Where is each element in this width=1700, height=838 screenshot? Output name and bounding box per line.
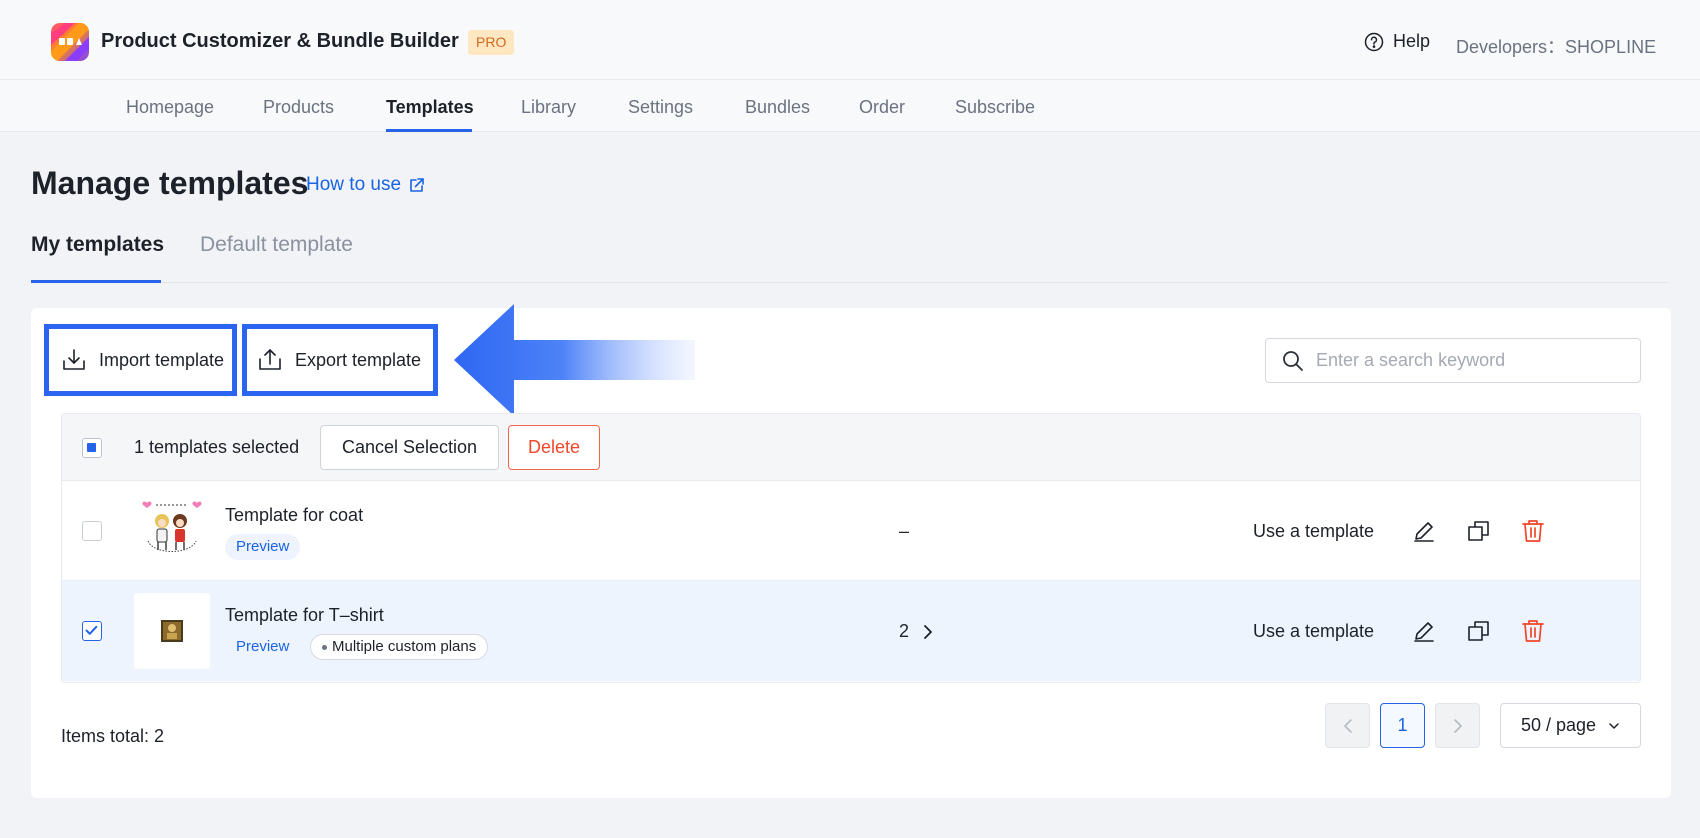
items-total: Items total: 2 xyxy=(61,726,165,746)
cancel-selection-button[interactable]: Cancel Selection xyxy=(320,425,499,470)
trash-icon[interactable] xyxy=(1520,518,1546,544)
chevron-right-icon xyxy=(1453,718,1463,734)
custom-plans-label: Multiple custom plans xyxy=(332,638,477,655)
search-box[interactable] xyxy=(1265,338,1641,383)
plan-count-value: 2 xyxy=(899,621,910,641)
copy-icon[interactable] xyxy=(1466,618,1492,644)
search-icon xyxy=(1282,350,1304,372)
external-link-icon xyxy=(408,177,425,194)
help-link[interactable]: Help xyxy=(1364,31,1430,52)
export-template-label: Export template xyxy=(295,349,422,370)
bulk-delete-button[interactable]: Delete xyxy=(508,425,600,470)
tab-active-indicator xyxy=(31,280,161,283)
prev-page-button[interactable] xyxy=(1325,703,1370,748)
template-thumbnail xyxy=(134,593,210,669)
plan-count[interactable]: 2 xyxy=(899,621,933,642)
pencil-icon[interactable] xyxy=(1411,518,1437,544)
selection-count: 1 templates selected xyxy=(134,437,300,457)
left-arrow-icon xyxy=(450,300,695,420)
developer-label: Developers：SHOPLINE xyxy=(1456,37,1657,57)
import-template-button[interactable]: Import template xyxy=(44,324,237,396)
nav-active-indicator xyxy=(386,129,472,132)
how-to-use-link[interactable]: How to use xyxy=(306,174,425,196)
nav-item-templates[interactable]: Templates xyxy=(386,97,474,118)
template-name: Template for T–shirt xyxy=(225,605,384,625)
tab-my-templates[interactable]: My templates xyxy=(31,233,164,257)
trash-icon[interactable] xyxy=(1520,618,1546,644)
app-title: Product Customizer & Bundle Builder xyxy=(101,30,459,52)
import-template-label: Import template xyxy=(99,349,225,370)
tabs-divider xyxy=(31,282,1669,283)
nav-item-products[interactable]: Products xyxy=(263,97,334,118)
next-page-button[interactable] xyxy=(1435,703,1480,748)
app-logo xyxy=(51,23,89,61)
question-circle-icon xyxy=(1364,32,1384,52)
nav-item-order[interactable]: Order xyxy=(859,97,905,118)
download-tray-icon xyxy=(61,347,87,373)
chevron-left-icon xyxy=(1343,718,1353,734)
nav-item-library[interactable]: Library xyxy=(521,97,576,118)
use-template-button[interactable]: Use a template xyxy=(1253,521,1374,542)
export-template-button[interactable]: Export template xyxy=(242,324,438,396)
selection-bar: 1 templates selected Cancel Selection De… xyxy=(62,414,1640,481)
page-size-value: 50 / page xyxy=(1520,715,1597,735)
main-nav: Homepage Products Templates Library Sett… xyxy=(0,80,1700,132)
chevron-down-icon xyxy=(1608,722,1620,730)
preview-link[interactable]: Preview xyxy=(225,634,300,660)
pro-badge: PRO xyxy=(468,30,515,55)
row-checkbox[interactable] xyxy=(82,621,102,641)
copy-icon[interactable] xyxy=(1466,518,1492,544)
custom-plans-tag: Multiple custom plans xyxy=(310,634,489,660)
preview-link[interactable]: Preview xyxy=(225,534,301,560)
tag-dot xyxy=(322,644,327,650)
template-name: Template for coat xyxy=(225,505,364,525)
row-checkbox[interactable] xyxy=(82,521,102,541)
page-title: Manage templates xyxy=(31,165,309,201)
select-all-checkbox[interactable] xyxy=(82,438,102,458)
tab-default-template[interactable]: Default template xyxy=(200,233,353,257)
help-label: Help xyxy=(1393,31,1431,51)
nav-item-settings[interactable]: Settings xyxy=(628,97,693,118)
plan-count-value: – xyxy=(899,521,910,541)
pencil-icon[interactable] xyxy=(1411,618,1437,644)
template-thumbnail xyxy=(134,493,210,569)
nav-item-subscribe[interactable]: Subscribe xyxy=(955,97,1035,118)
how-to-use-label: How to use xyxy=(306,174,402,195)
upload-tray-icon xyxy=(257,347,283,373)
nav-item-homepage[interactable]: Homepage xyxy=(126,97,214,118)
plan-count: – xyxy=(899,521,909,542)
use-template-button[interactable]: Use a template xyxy=(1253,621,1374,642)
page-size-select[interactable]: 50 / page xyxy=(1500,703,1641,748)
templates-table: 1 templates selected Cancel Selection De… xyxy=(61,413,1641,683)
page-number-button[interactable]: 1 xyxy=(1380,703,1425,748)
table-row: Template for coat Preview – Use a templa… xyxy=(62,481,1640,581)
nav-item-bundles[interactable]: Bundles xyxy=(745,97,810,118)
chevron-right-icon xyxy=(923,624,933,640)
search-input[interactable] xyxy=(1316,350,1636,371)
table-row: Template for T–shirt Preview Multiple cu… xyxy=(62,581,1640,681)
